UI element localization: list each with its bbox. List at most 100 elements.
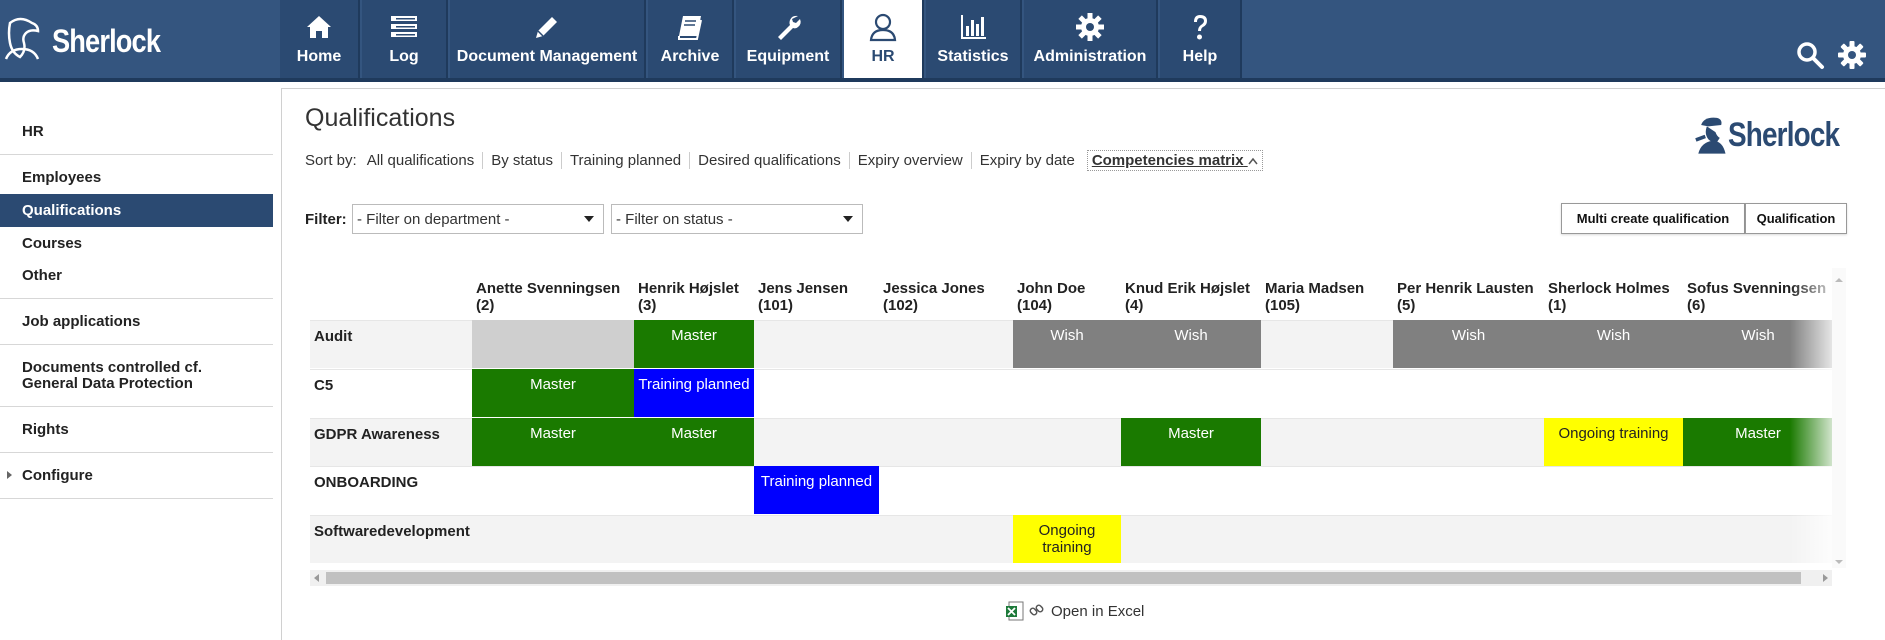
matrix-cell-status: Master (530, 425, 576, 442)
matrix-cell-ongoing-training[interactable]: Ongoing training (1544, 418, 1683, 466)
status-filter-value: - Filter on status - (616, 210, 733, 228)
nav-tab-label: Equipment (746, 48, 830, 65)
sidebar-item-qualifications[interactable]: Qualifications (0, 194, 273, 227)
scroll-right-arrow-icon[interactable] (1823, 574, 1828, 582)
department-filter-select[interactable]: - Filter on department - (352, 204, 604, 234)
employee-name: Jessica Jones (883, 280, 985, 297)
multi-create-qualification-button[interactable]: Multi create qualification (1561, 203, 1745, 234)
sherlock-silhouette-icon (4, 17, 40, 60)
nav-tab-label: Help (1182, 48, 1218, 65)
sidebar-item-hr[interactable]: HR (0, 118, 273, 144)
sidebar-item-courses[interactable]: Courses (0, 230, 273, 256)
employee-name: Anette Svenningsen (476, 280, 621, 297)
nav-tab-equipment[interactable]: Equipment (736, 0, 842, 78)
page-title: Qualifications (305, 104, 456, 132)
sidebar-item-label: Job applications (22, 312, 141, 330)
nav-tab-docs[interactable]: Document Management (450, 0, 646, 78)
search-icon[interactable] (1795, 40, 1825, 70)
sidebar-item-configure[interactable]: Configure (0, 462, 273, 488)
competencies-matrix: Anette Svenningsen (2) Henrik Højslet (3) Je… (310, 268, 1832, 568)
nav-tab-admin[interactable]: Administration (1024, 0, 1158, 78)
matrix-cell-master[interactable]: Master (472, 418, 634, 466)
nav-tab-label: Document Management (456, 48, 638, 65)
department-filter-value: - Filter on department - (357, 210, 510, 228)
nav-tab-label: Home (296, 48, 342, 65)
nav-tab-label: Statistics (937, 48, 1009, 65)
matrix-cell-master[interactable]: Master (634, 418, 754, 466)
employee-name: Henrik Højslet (638, 280, 739, 297)
column-header: Jessica Jones (102) (883, 280, 985, 314)
nav-tab-archive[interactable]: Archive (648, 0, 734, 78)
matrix-cell-master[interactable]: Master (634, 320, 754, 368)
sidebar-item-job-applications[interactable]: Job applications (0, 308, 273, 334)
scroll-up-arrow-icon[interactable] (1835, 278, 1843, 282)
nav-tab-help[interactable]: Help (1160, 0, 1242, 78)
brand-name: Sherlock (1728, 115, 1840, 154)
matrix-cell-master[interactable]: Master (1121, 418, 1261, 466)
open-in-excel-link[interactable]: Open in Excel (1005, 601, 1144, 621)
employee-id: (101) (758, 297, 794, 314)
sidebar-item-label: Employees (22, 168, 102, 186)
qualification-button[interactable]: Qualification (1745, 203, 1847, 234)
dropdown-arrow-icon (575, 205, 603, 233)
column-header: Sherlock Holmes (1) (1548, 280, 1670, 314)
sidebar-divider (0, 344, 273, 345)
matrix-cell-status: Ongoing training (1558, 425, 1669, 442)
sidebar-item-documents-gdpr[interactable]: Documents controlled cf. General Data Pr… (0, 356, 273, 396)
sort-expiry-overview[interactable]: Expiry overview (850, 152, 972, 169)
open-in-excel-label: Open in Excel (1051, 602, 1145, 620)
sort-by-status[interactable]: By status (483, 152, 562, 169)
sidebar-item-rights[interactable]: Rights (0, 416, 273, 442)
nav-tab-hr[interactable]: HR (844, 0, 924, 78)
matrix-cell-wish[interactable]: Wish (1121, 320, 1261, 368)
question-icon (1185, 12, 1215, 42)
nav-tab-stats[interactable]: Statistics (926, 0, 1022, 78)
pencil-icon (532, 12, 562, 42)
link-icon (1029, 604, 1044, 616)
sort-all-qualifications[interactable]: All qualifications (359, 152, 484, 169)
qualification-label: ONBOARDING (314, 474, 419, 491)
bar-chart-icon (958, 12, 988, 42)
sort-bar: Sort by: All qualifications By status Tr… (305, 150, 1263, 171)
matrix-cell-training-planned[interactable]: Training planned (754, 466, 879, 514)
horizontal-scroll-thumb[interactable] (326, 572, 1801, 584)
nav-tab-log[interactable]: Log (362, 0, 448, 78)
status-filter-select[interactable]: - Filter on status - (611, 204, 863, 234)
matrix-cell-wish[interactable]: Wish (1544, 320, 1683, 368)
sort-competencies-matrix[interactable]: Competencies matrix (1086, 150, 1263, 171)
matrix-cell-blank[interactable] (472, 320, 634, 368)
matrix-cell-status: Wish (1174, 327, 1208, 344)
employee-name: Jens Jensen (758, 280, 849, 297)
sidebar-item-label: Other (22, 266, 63, 284)
vertical-scrollbar[interactable] (1832, 268, 1846, 568)
sort-competencies-matrix-label: Competencies matrix (1091, 152, 1244, 169)
scroll-down-arrow-icon[interactable] (1835, 560, 1843, 564)
sidebar-item-label: Qualifications (22, 202, 122, 219)
book-icon (675, 12, 705, 42)
sidebar-divider (0, 154, 273, 155)
nav-tab-home[interactable]: Home (280, 0, 360, 78)
employee-name: Sherlock Holmes (1548, 280, 1670, 297)
expand-arrow-icon (7, 471, 12, 479)
sidebar-item-employees[interactable]: Employees (0, 164, 273, 190)
sort-desired-qualifications[interactable]: Desired qualifications (690, 152, 850, 169)
matrix-cell-ongoing-training[interactable]: Ongoing training (1013, 515, 1121, 563)
matrix-cell-wish[interactable]: Wish (1013, 320, 1121, 368)
sidebar-item-label: HR (22, 122, 44, 140)
sidebar-item-other[interactable]: Other (0, 262, 273, 288)
matrix-cell-status: Wish (1451, 327, 1486, 344)
settings-gear-icon[interactable] (1837, 40, 1867, 70)
matrix-cell-master[interactable]: Master (472, 369, 634, 417)
sherlock-logo[interactable]: Sherlock (0, 10, 270, 72)
sort-expiry-by-date[interactable]: Expiry by date (972, 152, 1083, 169)
wrench-icon (773, 12, 803, 42)
horizontal-scrollbar[interactable] (310, 570, 1832, 586)
matrix-cell-status: Master (1168, 425, 1214, 442)
matrix-cell-status: Master (671, 327, 717, 344)
sort-training-planned[interactable]: Training planned (562, 152, 691, 169)
matrix-cell-wish[interactable]: Wish (1393, 320, 1544, 368)
scroll-left-arrow-icon[interactable] (314, 574, 319, 582)
matrix-overflow-fade (1790, 268, 1832, 568)
matrix-cell-training-planned[interactable]: Training planned (634, 369, 754, 417)
gear-icon (1075, 12, 1105, 42)
